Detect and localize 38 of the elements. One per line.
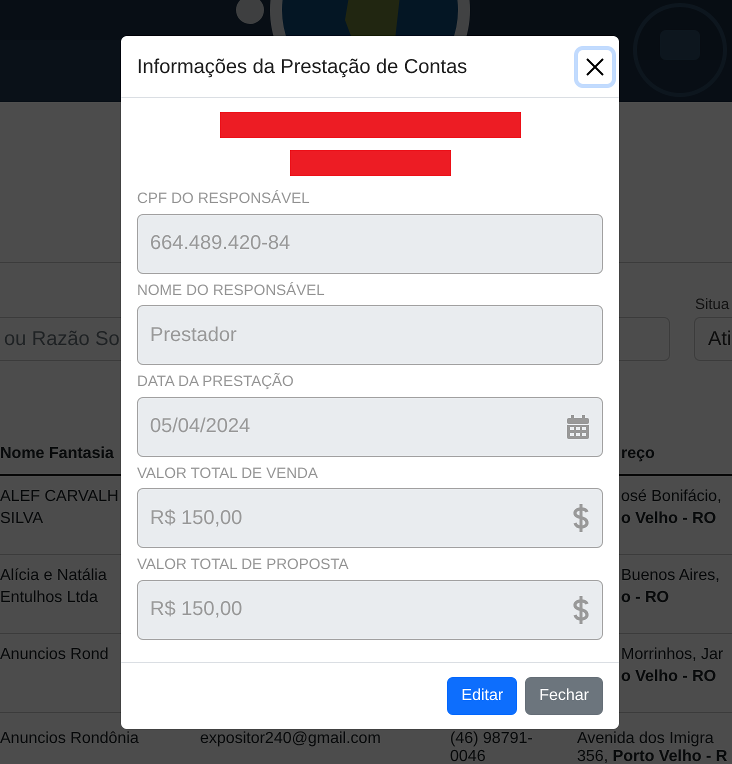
close-button[interactable]: Fechar [525, 676, 603, 714]
table-cell-text: o - RO [621, 588, 669, 608]
input-field[interactable]: 05/04/2024 [137, 396, 603, 456]
field-label: VALOR TOTAL DE VENDA [137, 464, 319, 484]
input-field[interactable]: Prestador [137, 305, 603, 365]
close-button[interactable] [578, 50, 612, 84]
close-icon [586, 58, 604, 76]
table-cell-text: ALEF CARVALH [0, 487, 119, 507]
dollar-icon [573, 504, 589, 532]
modal-title: Informações da Prestação de Contas [137, 54, 468, 78]
table-cell-text: Anuncios Rond [0, 645, 109, 665]
field-label: NOME DO RESPONSÁVEL [137, 280, 326, 300]
input-field[interactable]: 664.489.420-84 [137, 214, 603, 274]
column-header: reço [621, 444, 655, 464]
field-label: VALOR TOTAL DE PROPOSTA [137, 555, 350, 575]
table-cell-text: osé Bonifácio, [621, 487, 722, 507]
field-label: CPF DO RESPONSÁVEL [137, 189, 311, 209]
column-header: Nome Fantasia [0, 445, 114, 462]
input-field[interactable]: R$ 150,00 [137, 580, 603, 640]
table-cell-text: o Velho - RO [621, 667, 716, 687]
table-cell-text: Buenos Aires, [621, 566, 720, 586]
table-cell: Anuncios Rondônia [0, 730, 139, 748]
table-cell-text: SILVA [0, 509, 43, 529]
table-cell-text: o Velho - RO [621, 509, 716, 529]
table-cell: Avenida dos Imigra [577, 730, 714, 748]
table-cell: 0046 [450, 748, 486, 764]
table-cell-text: Alícia e Natália [0, 566, 107, 586]
table-cell-text: Morrinhos, Jar [621, 645, 724, 665]
field-label: DATA DA PRESTAÇÃO [137, 372, 295, 392]
field-label: Situa [695, 295, 730, 315]
dollar-icon [573, 596, 589, 624]
table-cell: (46) 98791- [450, 730, 533, 748]
table-cell: 356, Porto Velho - R [577, 748, 728, 764]
table-cell-text: Entulhos Ltda [0, 588, 98, 608]
input-field[interactable]: R$ 150,00 [137, 488, 603, 548]
edit-button[interactable]: Editar [447, 676, 518, 714]
table-cell: expositor240@gmail.com [200, 730, 381, 748]
calendar-icon [567, 414, 589, 438]
